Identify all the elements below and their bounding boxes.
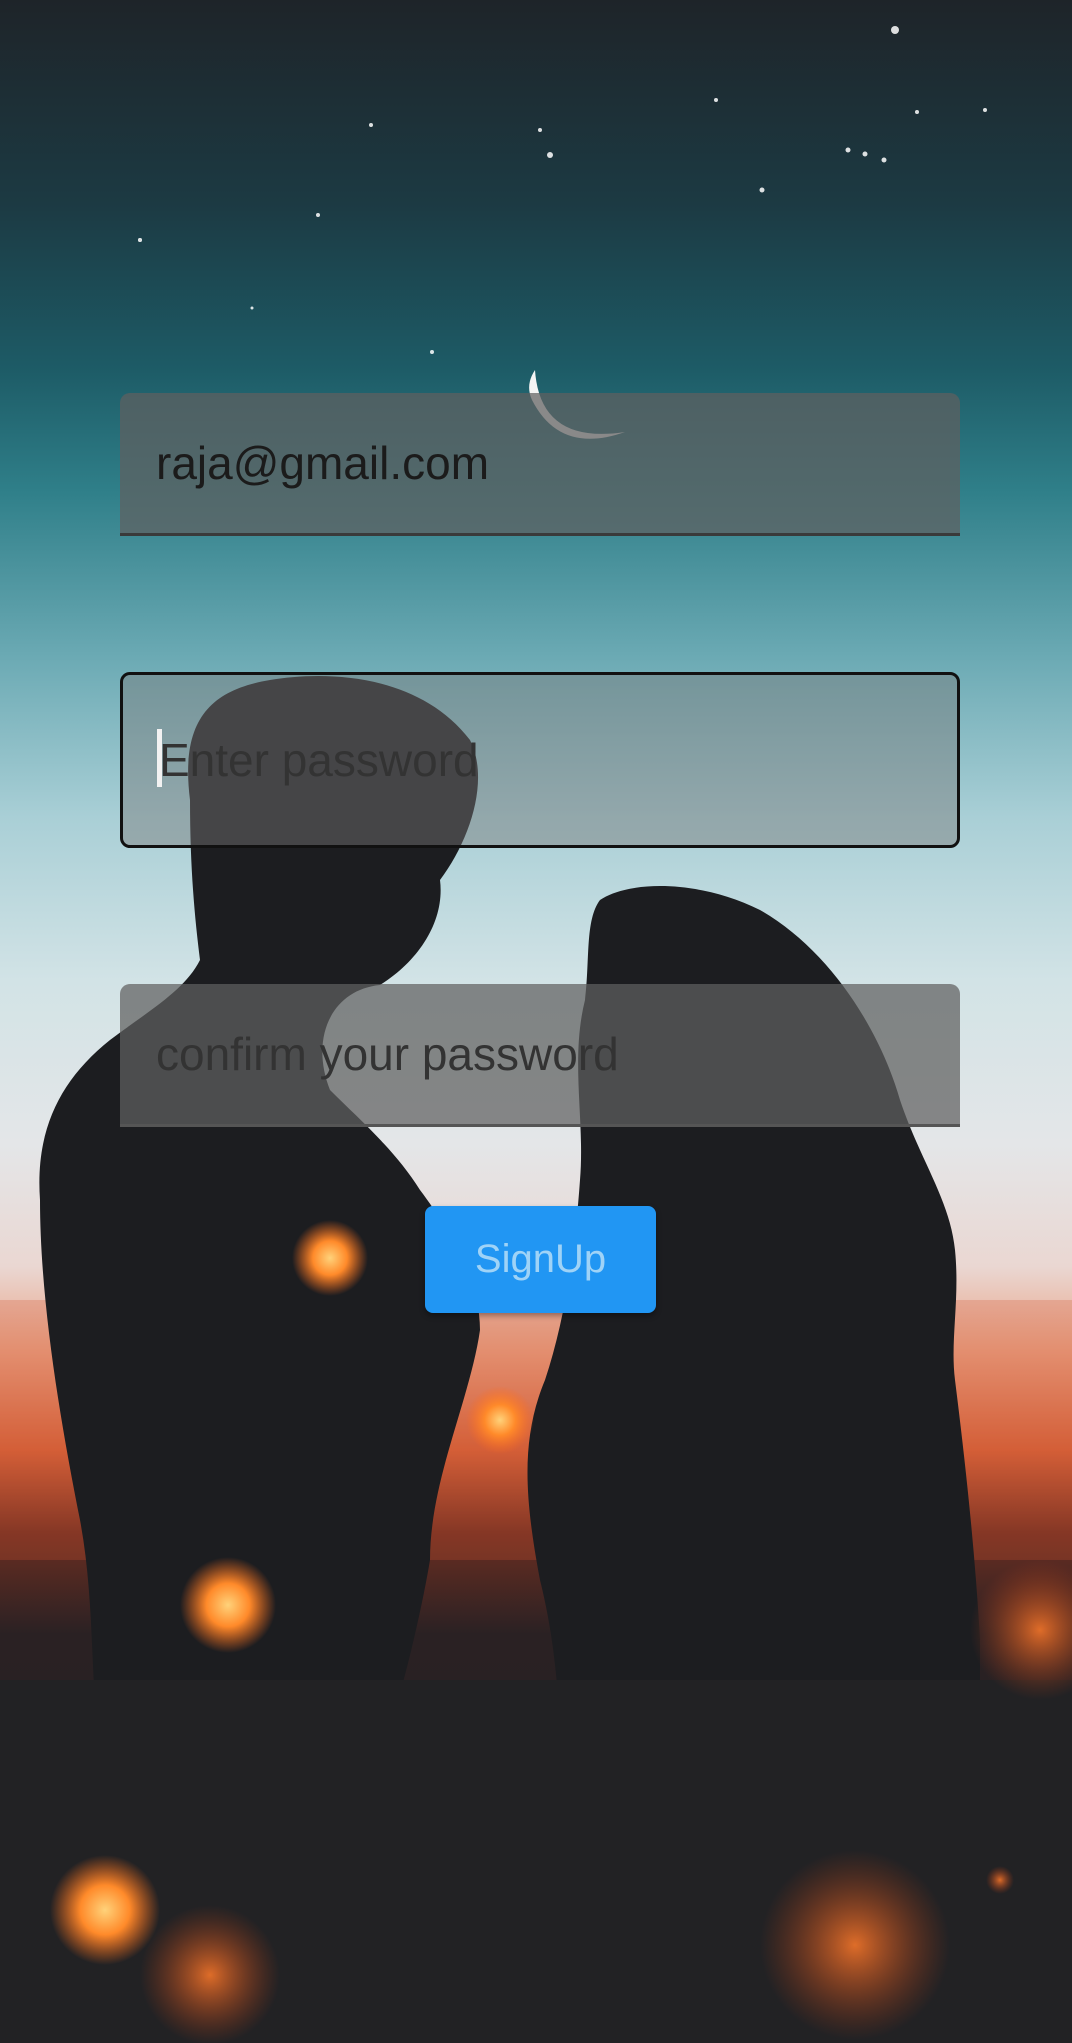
confirm-password-field[interactable]: confirm your password: [120, 984, 960, 1127]
password-field-placeholder: Enter password: [159, 734, 479, 786]
confirm-password-placeholder: confirm your password: [156, 1028, 619, 1080]
stars: [138, 26, 987, 354]
email-field[interactable]: raja@gmail.com: [120, 393, 960, 536]
signup-button-label: SignUp: [474, 1237, 607, 1281]
signup-screen: raja@gmail.com Enter password confirm yo…: [0, 0, 1072, 2043]
email-field-value: raja@gmail.com: [156, 437, 490, 489]
password-field[interactable]: Enter password: [120, 672, 960, 848]
signup-button[interactable]: SignUp: [425, 1206, 656, 1313]
